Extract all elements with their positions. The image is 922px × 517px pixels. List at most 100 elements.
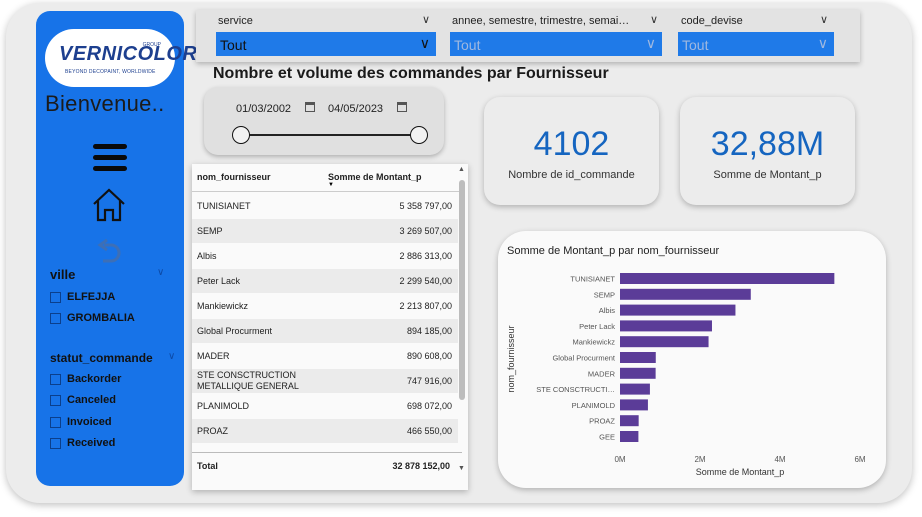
statut-option[interactable]: Backorder bbox=[50, 373, 121, 385]
statut-option[interactable]: Invoiced bbox=[50, 416, 112, 428]
ville-option[interactable]: GROMBALIA bbox=[50, 312, 135, 324]
chevron-down-icon[interactable]: ∨ bbox=[422, 13, 430, 26]
table-row[interactable]: PROAZ 466 550,00 bbox=[192, 419, 458, 443]
chevron-down-icon[interactable]: ∨ bbox=[820, 13, 828, 26]
table-row[interactable]: SEMP 3 269 507,00 bbox=[192, 219, 458, 243]
logo-text: VERNICOLOR bbox=[59, 43, 198, 65]
chart-bar[interactable] bbox=[620, 383, 650, 395]
amount-cell: 747 916,00 bbox=[406, 376, 452, 386]
table-row[interactable]: TUNISIANET 5 358 797,00 bbox=[192, 194, 458, 218]
chart-bar[interactable] bbox=[620, 304, 736, 316]
category-tick-label: Global Procurment bbox=[552, 354, 615, 363]
option-label: Backorder bbox=[67, 373, 122, 385]
supplier-name-cell: PROAZ bbox=[197, 426, 229, 436]
chart-bar[interactable] bbox=[620, 431, 639, 442]
table-row[interactable]: Global Procurment 894 185,00 bbox=[192, 319, 458, 343]
dropdown-value: Tout bbox=[454, 37, 481, 53]
x-tick-label: 2M bbox=[694, 455, 705, 464]
checkbox[interactable] bbox=[50, 394, 61, 406]
home-icon[interactable] bbox=[90, 187, 128, 223]
amount-cell: 466 550,00 bbox=[406, 426, 452, 436]
devise-dropdown[interactable]: Tout ∨ bbox=[678, 32, 834, 56]
category-tick-label: SEMP bbox=[594, 290, 615, 299]
amount-cell: 2 886 313,00 bbox=[399, 251, 452, 261]
kpi-label: Nombre de id_commande bbox=[508, 169, 635, 181]
service-dropdown[interactable]: Tout ∨ bbox=[216, 32, 436, 56]
ville-option[interactable]: ELFEJJA bbox=[50, 291, 115, 303]
amount-cell: 698 072,00 bbox=[406, 401, 452, 411]
dropdown-value: Tout bbox=[682, 37, 709, 53]
column-header[interactable]: nom_fournisseur bbox=[197, 172, 271, 182]
table-row[interactable]: Peter Lack 2 299 540,00 bbox=[192, 269, 458, 293]
chart-bar[interactable] bbox=[620, 273, 835, 284]
amount-cell: 894 185,00 bbox=[406, 326, 452, 336]
supplier-name-cell: STE CONSCTRUCTION METALLIQUE GENERAL bbox=[197, 370, 299, 391]
period-dropdown[interactable]: Tout ∨ bbox=[450, 32, 662, 56]
kpi-value: 32,88M bbox=[710, 125, 825, 163]
statut-option[interactable]: Received bbox=[50, 437, 115, 449]
kpi-card-montant: 32,88M Somme de Montant_p bbox=[680, 97, 855, 205]
category-tick-label: STE CONSCTRUCTI… bbox=[536, 385, 615, 394]
chart-bar[interactable] bbox=[620, 336, 709, 348]
checkbox[interactable] bbox=[50, 291, 61, 303]
category-tick-label: GEE bbox=[599, 433, 615, 442]
checkbox[interactable] bbox=[50, 416, 61, 428]
chart-bar[interactable] bbox=[620, 320, 712, 332]
chart-bar[interactable] bbox=[620, 367, 656, 379]
calendar-icon[interactable] bbox=[305, 102, 315, 112]
filter-label-period: annee, semestre, trimestre, semai… bbox=[452, 15, 630, 27]
scroll-up-icon[interactable]: ▲ bbox=[458, 166, 465, 173]
table-row[interactable]: STE CONSCTRUCTION METALLIQUE GENERAL 747 … bbox=[192, 369, 458, 393]
table-row[interactable]: Albis 2 886 313,00 bbox=[192, 244, 458, 268]
end-date[interactable]: 04/05/2023 bbox=[328, 103, 383, 115]
date-range-slicer: 01/03/2002 04/05/2023 bbox=[204, 87, 444, 155]
chart-bar[interactable] bbox=[620, 288, 751, 300]
amount-cell: 2 213 807,00 bbox=[399, 301, 452, 311]
dropdown-value: Tout bbox=[220, 37, 247, 53]
chevron-down-icon[interactable]: ∨ bbox=[646, 35, 656, 52]
option-label: Received bbox=[67, 437, 116, 449]
checkbox[interactable] bbox=[50, 312, 61, 324]
supplier-name-cell: PLANIMOLD bbox=[197, 401, 250, 411]
table-row[interactable]: PLANIMOLD 698 072,00 bbox=[192, 394, 458, 418]
checkbox[interactable] bbox=[50, 437, 61, 449]
supplier-name-cell: SEMP bbox=[197, 226, 223, 236]
page-title: Nombre et volume des commandes par Fourn… bbox=[213, 65, 609, 82]
chart-bar[interactable] bbox=[620, 415, 639, 427]
chevron-down-icon[interactable]: ∨ bbox=[168, 351, 175, 362]
total-label: Total bbox=[197, 461, 218, 471]
calendar-icon[interactable] bbox=[397, 102, 407, 112]
table-scrollbar[interactable]: ▲ ▼ bbox=[458, 166, 466, 472]
ville-slicer-title: ville bbox=[50, 267, 76, 282]
chevron-down-icon[interactable]: ∨ bbox=[420, 35, 430, 52]
chart-bar[interactable] bbox=[620, 399, 648, 411]
filter-label-devise: code_devise bbox=[681, 15, 743, 27]
x-tick-label: 0M bbox=[614, 455, 625, 464]
supplier-table: nom_fournisseur Somme de Montant_p ▼ TUN… bbox=[192, 164, 468, 490]
chevron-down-icon[interactable]: ∨ bbox=[650, 13, 658, 26]
back-arrow-icon[interactable] bbox=[94, 237, 124, 267]
sidebar: VERNICOLOR GROUP BEYOND DECOPAINT, WORLD… bbox=[36, 11, 197, 486]
option-label: Canceled bbox=[67, 394, 116, 406]
category-tick-label: PROAZ bbox=[589, 417, 615, 426]
date-slider-start-handle[interactable] bbox=[232, 126, 250, 144]
scroll-down-icon[interactable]: ▼ bbox=[458, 465, 465, 472]
column-header[interactable]: Somme de Montant_p bbox=[328, 172, 422, 182]
scroll-thumb[interactable] bbox=[459, 180, 465, 400]
chart-bar[interactable] bbox=[620, 352, 656, 363]
supplier-name-cell: Mankiewickz bbox=[197, 301, 249, 311]
logo-group-text: GROUP bbox=[142, 42, 161, 48]
category-tick-label: Mankiewickz bbox=[572, 338, 615, 347]
chevron-down-icon[interactable]: ∨ bbox=[157, 267, 164, 278]
statut-option[interactable]: Canceled bbox=[50, 394, 116, 406]
checkbox[interactable] bbox=[50, 373, 61, 385]
start-date[interactable]: 01/03/2002 bbox=[236, 103, 291, 115]
x-tick-label: 6M bbox=[854, 455, 865, 464]
chevron-down-icon[interactable]: ∨ bbox=[818, 35, 828, 52]
category-tick-label: PLANIMOLD bbox=[572, 401, 616, 410]
table-row[interactable]: MADER 890 608,00 bbox=[192, 344, 458, 368]
amount-cell: 2 299 540,00 bbox=[399, 276, 452, 286]
table-row[interactable]: Mankiewickz 2 213 807,00 bbox=[192, 294, 458, 318]
date-slider-end-handle[interactable] bbox=[410, 126, 428, 144]
menu-icon[interactable] bbox=[93, 144, 127, 172]
